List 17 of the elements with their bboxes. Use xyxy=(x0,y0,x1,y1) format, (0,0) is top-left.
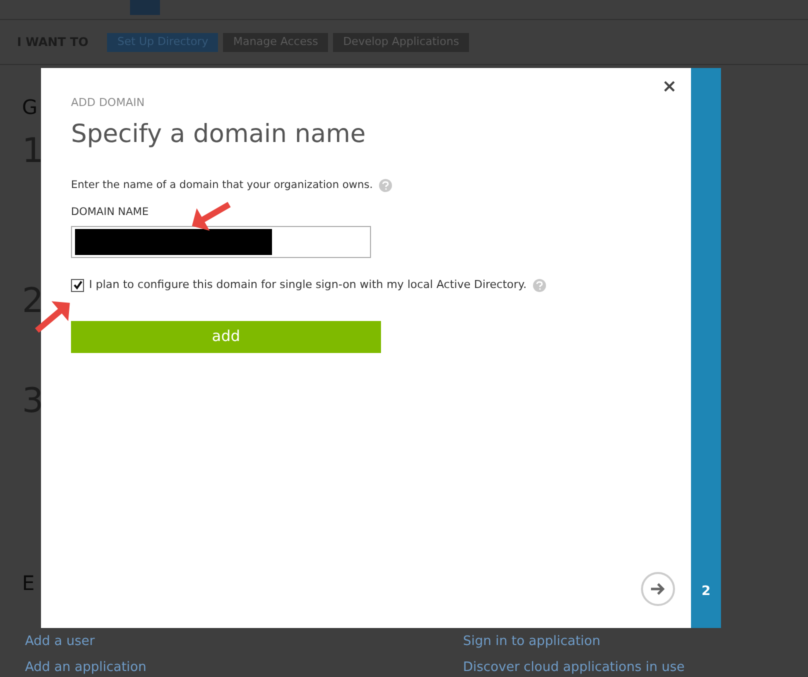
link[interactable]: Discover cloud applications in use xyxy=(463,658,685,677)
link[interactable]: Sign in to application xyxy=(463,632,600,652)
close-button[interactable]: × xyxy=(662,78,677,96)
link[interactable]: Add a user xyxy=(25,632,95,652)
domain-field[interactable] xyxy=(71,226,371,258)
arrow-right-icon xyxy=(650,582,666,596)
checkbox[interactable] xyxy=(71,278,84,292)
next-button[interactable] xyxy=(641,572,675,606)
dialog-eyebrow: ADD DOMAIN xyxy=(71,95,146,111)
link[interactable]: Add an application xyxy=(25,658,146,677)
step-number: 2 xyxy=(701,582,711,600)
checkbox-label: I plan to configure this domain for single sign-on with my local Active Directory. xyxy=(89,277,527,293)
dialog-title: Specify a domain name xyxy=(71,118,367,150)
add-button[interactable]: add xyxy=(71,320,381,352)
intro-text: Enter the name of a domain that your organization owns. xyxy=(71,178,373,192)
field-label: DOMAIN NAME xyxy=(71,205,150,220)
logo-shape xyxy=(130,0,160,15)
